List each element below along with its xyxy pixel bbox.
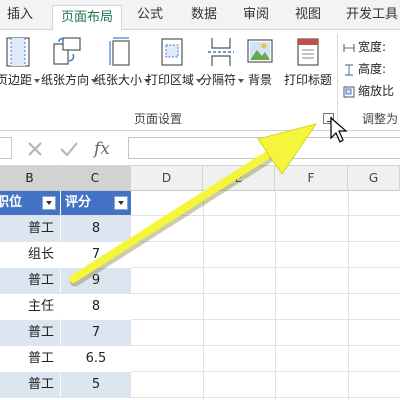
table-cell[interactable]: 组长 bbox=[0, 242, 60, 268]
fit-height-row[interactable]: 高度: bbox=[343, 60, 386, 77]
worksheet-grid[interactable]: 职位 评分 普工 8 组长 7 普工 9 主任 8 普工 7 普工 6.5 普工… bbox=[0, 191, 400, 400]
gridline bbox=[0, 345, 400, 346]
table-header-label: 职位 bbox=[0, 195, 23, 210]
table-cell[interactable]: 9 bbox=[61, 268, 131, 294]
table-cell[interactable]: 普工 bbox=[0, 268, 60, 294]
group-divider bbox=[337, 34, 338, 126]
print-titles-label: 打印标题 bbox=[283, 73, 332, 87]
column-header-c[interactable]: C bbox=[60, 166, 131, 191]
gridline bbox=[0, 319, 400, 320]
table-cell[interactable]: 普工 bbox=[0, 346, 60, 372]
fit-width-label: 宽度: bbox=[358, 40, 387, 54]
print-area-label: 打印区域 bbox=[146, 73, 195, 87]
breaks-label: 分隔符 bbox=[200, 73, 237, 87]
scale-icon bbox=[343, 86, 355, 98]
table-cell[interactable]: 5 bbox=[61, 372, 131, 398]
fit-width-row[interactable]: 宽度: bbox=[343, 38, 386, 55]
margins-icon bbox=[6, 37, 30, 67]
cancel-formula-button[interactable] bbox=[24, 138, 46, 160]
check-icon bbox=[60, 142, 78, 157]
gridline bbox=[0, 293, 400, 294]
table-cell[interactable]: 8 bbox=[61, 294, 131, 320]
background-button[interactable]: 背景 bbox=[243, 36, 277, 116]
insert-function-button[interactable]: fx bbox=[94, 138, 116, 160]
orientation-button[interactable]: 纸张方向 bbox=[41, 36, 98, 116]
print-area-icon bbox=[161, 38, 183, 66]
formula-bar: fx bbox=[0, 131, 400, 166]
print-titles-button[interactable]: 打印标题 bbox=[280, 36, 336, 116]
tab-insert[interactable]: 插入 bbox=[0, 0, 40, 30]
gridline bbox=[203, 191, 204, 400]
tab-review[interactable]: 审阅 bbox=[234, 0, 278, 30]
filter-dropdown-icon[interactable] bbox=[42, 196, 56, 210]
margins-label: 页边距 bbox=[0, 73, 32, 87]
table-cell[interactable]: 7 bbox=[61, 320, 131, 346]
table-cell[interactable]: 6.5 bbox=[61, 346, 131, 372]
gridline bbox=[0, 241, 400, 242]
background-label: 背景 bbox=[247, 73, 272, 87]
tab-page-layout[interactable]: 页面布局 bbox=[52, 5, 122, 31]
column-header-g[interactable]: G bbox=[348, 166, 400, 191]
fit-height-label: 高度: bbox=[358, 62, 387, 76]
gridline bbox=[0, 267, 400, 268]
gridline bbox=[348, 191, 349, 400]
tab-data[interactable]: 数据 bbox=[182, 0, 226, 30]
x-icon bbox=[28, 142, 42, 156]
tab-formulas[interactable]: 公式 bbox=[128, 0, 172, 30]
fit-scale-row[interactable]: 缩放比 bbox=[343, 82, 394, 99]
gridline bbox=[275, 191, 276, 400]
gridline bbox=[0, 371, 400, 372]
table-cell[interactable]: 普工 bbox=[0, 320, 60, 346]
height-arrows-icon bbox=[343, 64, 355, 76]
table-cell[interactable]: 7 bbox=[61, 242, 131, 268]
chevron-down-icon bbox=[34, 78, 40, 83]
enter-formula-button[interactable] bbox=[58, 138, 80, 160]
scale-to-fit-group-label: 调整为 bbox=[362, 112, 399, 126]
gridline bbox=[0, 397, 400, 398]
background-image-icon bbox=[247, 39, 273, 63]
print-titles-icon bbox=[297, 38, 319, 66]
ribbon: 页边距 纸张方向 纸张大小 打印区域 分隔符 背景 打印标题 页面设置 宽度: … bbox=[0, 30, 400, 131]
table-header-score: 评分 bbox=[61, 191, 131, 215]
size-label: 纸张大小 bbox=[94, 73, 143, 87]
table-cell[interactable]: 普工 bbox=[0, 216, 60, 242]
breaks-icon bbox=[208, 38, 234, 66]
tab-view[interactable]: 视图 bbox=[286, 0, 330, 30]
orientation-label: 纸张方向 bbox=[41, 73, 90, 87]
column-header-e[interactable]: E bbox=[203, 166, 275, 191]
fit-scale-label: 缩放比 bbox=[358, 84, 395, 98]
ribbon-tab-bar: 插入 页面布局 公式 数据 审阅 视图 开发工具 bbox=[0, 0, 400, 31]
table-cell[interactable]: 8 bbox=[61, 216, 131, 242]
paper-size-icon bbox=[109, 37, 130, 66]
width-arrows-icon bbox=[343, 42, 355, 54]
column-header-f[interactable]: F bbox=[275, 166, 348, 191]
column-header-b[interactable]: B bbox=[0, 166, 60, 191]
table-cell[interactable]: 主任 bbox=[0, 294, 60, 320]
name-box[interactable] bbox=[0, 137, 12, 159]
size-button[interactable]: 纸张大小 bbox=[94, 36, 151, 116]
breaks-button[interactable]: 分隔符 bbox=[200, 36, 245, 116]
tab-developer[interactable]: 开发工具 bbox=[340, 0, 400, 30]
orientation-icon bbox=[53, 37, 81, 65]
print-area-button[interactable]: 打印区域 bbox=[146, 36, 203, 116]
filter-dropdown-icon[interactable] bbox=[114, 196, 128, 210]
table-cell[interactable]: 普工 bbox=[0, 372, 60, 398]
page-setup-group-label: 页面设置 bbox=[134, 112, 183, 126]
gridline bbox=[0, 215, 400, 216]
table-header-label: 评分 bbox=[65, 195, 92, 210]
formula-input[interactable] bbox=[128, 137, 400, 159]
margins-button[interactable]: 页边距 bbox=[0, 36, 42, 116]
table-header-position: 职位 bbox=[0, 191, 60, 215]
page-setup-dialog-launcher-icon[interactable] bbox=[323, 113, 334, 124]
column-header-d[interactable]: D bbox=[131, 166, 203, 191]
